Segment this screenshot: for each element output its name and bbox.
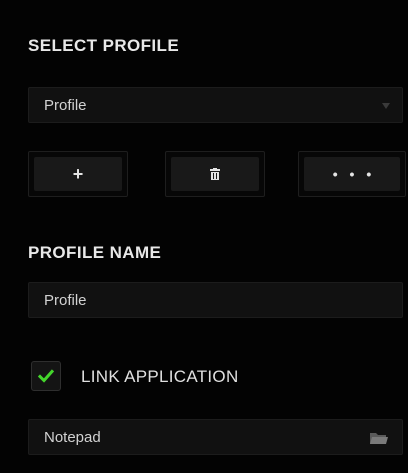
profile-dropdown-value: Profile (44, 97, 87, 114)
select-profile-heading: SELECT PROFILE (28, 36, 180, 55)
profile-name-heading: PROFILE NAME (28, 243, 162, 262)
add-profile-button[interactable]: + (28, 151, 128, 197)
link-application-checkbox[interactable] (31, 361, 61, 391)
plus-icon: + (72, 164, 84, 184)
more-options-button-face: • • • (304, 157, 400, 191)
link-application-label: LINK APPLICATION (81, 367, 239, 386)
application-path-field[interactable]: Notepad (28, 419, 403, 455)
chevron-down-icon (382, 103, 390, 109)
more-options-button[interactable]: • • • (298, 151, 406, 197)
checkmark-icon (38, 369, 54, 383)
delete-profile-button-face (171, 157, 259, 191)
add-profile-button-face: + (34, 157, 122, 191)
profile-dropdown[interactable]: Profile (28, 87, 403, 123)
more-options-icon: • • • (332, 166, 376, 182)
application-value: Notepad (44, 429, 101, 446)
folder-icon[interactable] (370, 432, 388, 445)
delete-profile-button[interactable] (165, 151, 265, 197)
trash-icon (210, 168, 220, 180)
profile-name-value: Profile (44, 292, 87, 309)
profile-name-input[interactable]: Profile (28, 282, 403, 318)
